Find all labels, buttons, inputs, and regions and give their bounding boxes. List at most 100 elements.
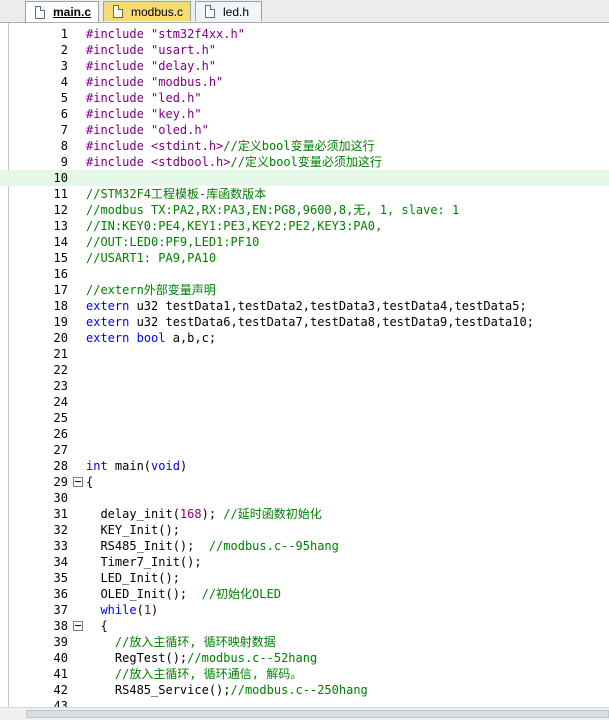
code-line[interactable]: 31 delay_init(168); //延时函数初始化: [0, 506, 609, 522]
scrollbar-thumb[interactable]: [26, 710, 609, 718]
code-token: //放入主循环, 循环通信, 解码。: [114, 667, 303, 681]
code-text: #include "modbus.h": [86, 74, 223, 90]
code-text: #include "delay.h": [86, 58, 216, 74]
code-line[interactable]: 4 #include "modbus.h": [0, 74, 609, 90]
code-line[interactable]: 21: [0, 346, 609, 362]
code-line[interactable]: 15 //USART1: PA9,PA10: [0, 250, 609, 266]
line-number: 39: [53, 635, 68, 649]
code-line[interactable]: 7 #include "oled.h": [0, 122, 609, 138]
code-line[interactable]: 16: [0, 266, 609, 282]
code-line[interactable]: 41 //放入主循环, 循环通信, 解码。: [0, 666, 609, 682]
code-line[interactable]: 29 {: [0, 474, 609, 490]
code-token: <stdbool.h>: [151, 155, 231, 169]
line-number: 32: [53, 523, 68, 537]
code-line[interactable]: 14 //OUT:LED0:PF9,LED1:PF10: [0, 234, 609, 250]
fold-collapse-icon[interactable]: [73, 477, 83, 487]
code-line[interactable]: 18 extern u32 testData1,testData2,testDat…: [0, 298, 609, 314]
file-icon: [113, 5, 123, 18]
code-text: LED_Init();: [86, 570, 179, 586]
tab-main-c[interactable]: main.c: [25, 1, 99, 22]
code-token: //modbus TX:PA2,RX:PA3,EN:PG8,9600,8,无, …: [86, 203, 460, 217]
code-line[interactable]: 28 int main(void): [0, 458, 609, 474]
code-line[interactable]: 30: [0, 490, 609, 506]
code-text: #include "usart.h": [86, 42, 216, 58]
line-number: 3: [60, 59, 68, 73]
code-line[interactable]: 35 LED_Init();: [0, 570, 609, 586]
line-number: 31: [53, 507, 68, 521]
line-number: 15: [53, 251, 68, 265]
code-line[interactable]: 42 RS485_Service();//modbus.c--250hang: [0, 682, 609, 698]
code-line[interactable]: 9 #include <stdbool.h>//定义bool变量必须加这行: [0, 154, 609, 170]
code-line[interactable]: 20 extern bool a,b,c;: [0, 330, 609, 346]
code-editor[interactable]: 1 #include "stm32f4xx.h" 2 #include "usart.…: [0, 23, 609, 707]
code-text: #include <stdbool.h>//定义bool变量必须加这行: [86, 154, 382, 170]
code-line[interactable]: 34 Timer7_Init();: [0, 554, 609, 570]
code-token: delay_init(: [86, 507, 180, 521]
line-number: 40: [53, 651, 68, 665]
code-line[interactable]: 23: [0, 378, 609, 394]
code-line[interactable]: 2 #include "usart.h": [0, 42, 609, 58]
line-number: 19: [53, 315, 68, 329]
line-number: 25: [53, 411, 68, 425]
code-text: RS485_Init(); //modbus.c--95hang: [86, 538, 338, 554]
line-number: 42: [53, 683, 68, 697]
code-token: //modbus.c--52hang: [187, 651, 318, 665]
code-line[interactable]: 24: [0, 394, 609, 410]
code-line[interactable]: 1 #include "stm32f4xx.h": [0, 26, 609, 42]
code-text: //放入主循环, 循环映射数据: [86, 634, 276, 650]
line-number: 26: [53, 427, 68, 441]
tab-modbus-c[interactable]: modbus.c: [103, 1, 191, 21]
code-token: //定义bool变量必须加这行: [223, 139, 375, 153]
tab-led-h[interactable]: led.h: [195, 1, 262, 21]
code-token: //extern外部变量声明: [86, 283, 216, 297]
code-line[interactable]: 13 //IN:KEY0:PE4,KEY1:PE3,KEY2:PE2,KEY3:P…: [0, 218, 609, 234]
code-token: #include: [86, 139, 152, 153]
code-line[interactable]: 39 //放入主循环, 循环映射数据: [0, 634, 609, 650]
code-token: extern: [86, 299, 130, 313]
code-text: //放入主循环, 循环通信, 解码。: [86, 666, 302, 682]
code-line[interactable]: 25: [0, 410, 609, 426]
line-number: 37: [53, 603, 68, 617]
code-token: void: [151, 459, 180, 473]
code-line[interactable]: 36 OLED_Init(); //初始化OLED: [0, 586, 609, 602]
code-line[interactable]: 37 while(1): [0, 602, 609, 618]
code-token: KEY_Init();: [86, 523, 180, 537]
code-text: OLED_Init(); //初始化OLED: [86, 586, 281, 602]
line-number: 13: [53, 219, 68, 233]
line-number: 29: [53, 475, 68, 489]
code-line[interactable]: 32 KEY_Init();: [0, 522, 609, 538]
code-line[interactable]: 19 extern u32 testData6,testData7,testDat…: [0, 314, 609, 330]
code-text: #include <stdint.h>//定义bool变量必须加这行: [86, 138, 375, 154]
code-token: "key.h": [151, 107, 202, 121]
code-line[interactable]: 33 RS485_Init(); //modbus.c--95hang: [0, 538, 609, 554]
code-text: //STM32F4工程模板-库函数版本: [86, 186, 266, 202]
code-line[interactable]: 38 {: [0, 618, 609, 634]
code-line[interactable]: 26: [0, 426, 609, 442]
code-token: //OUT:LED0:PF9,LED1:PF10: [86, 235, 260, 249]
code-line[interactable]: 27: [0, 442, 609, 458]
code-token: #include: [86, 43, 152, 57]
code-token: //初始化OLED: [201, 587, 281, 601]
code-token: a,b,c;: [165, 331, 217, 345]
code-token: main(: [107, 459, 152, 473]
fold-collapse-icon[interactable]: [73, 621, 83, 631]
line-number: 28: [53, 459, 68, 473]
code-line[interactable]: 6 #include "key.h": [0, 106, 609, 122]
code-line[interactable]: 8 #include <stdint.h>//定义bool变量必须加这行: [0, 138, 609, 154]
line-number: 10: [53, 171, 68, 185]
code-line[interactable]: 40 RegTest();//modbus.c--52hang: [0, 650, 609, 666]
code-line[interactable]: 10: [0, 170, 609, 186]
code-line[interactable]: 12 //modbus TX:PA2,RX:PA3,EN:PG8,9600,8,无…: [0, 202, 609, 218]
code-token: #include: [86, 155, 152, 169]
code-line[interactable]: 11 //STM32F4工程模板-库函数版本: [0, 186, 609, 202]
code-line[interactable]: 22: [0, 362, 609, 378]
horizontal-scrollbar[interactable]: [0, 707, 609, 720]
code-line[interactable]: 43: [0, 698, 609, 707]
code-token: bool: [136, 331, 166, 345]
code-token: {: [86, 619, 108, 633]
code-text: //modbus TX:PA2,RX:PA3,EN:PG8,9600,8,无, …: [86, 202, 459, 218]
code-line[interactable]: 3 #include "delay.h": [0, 58, 609, 74]
code-line[interactable]: 17 //extern外部变量声明: [0, 282, 609, 298]
code-line[interactable]: 5 #include "led.h": [0, 90, 609, 106]
